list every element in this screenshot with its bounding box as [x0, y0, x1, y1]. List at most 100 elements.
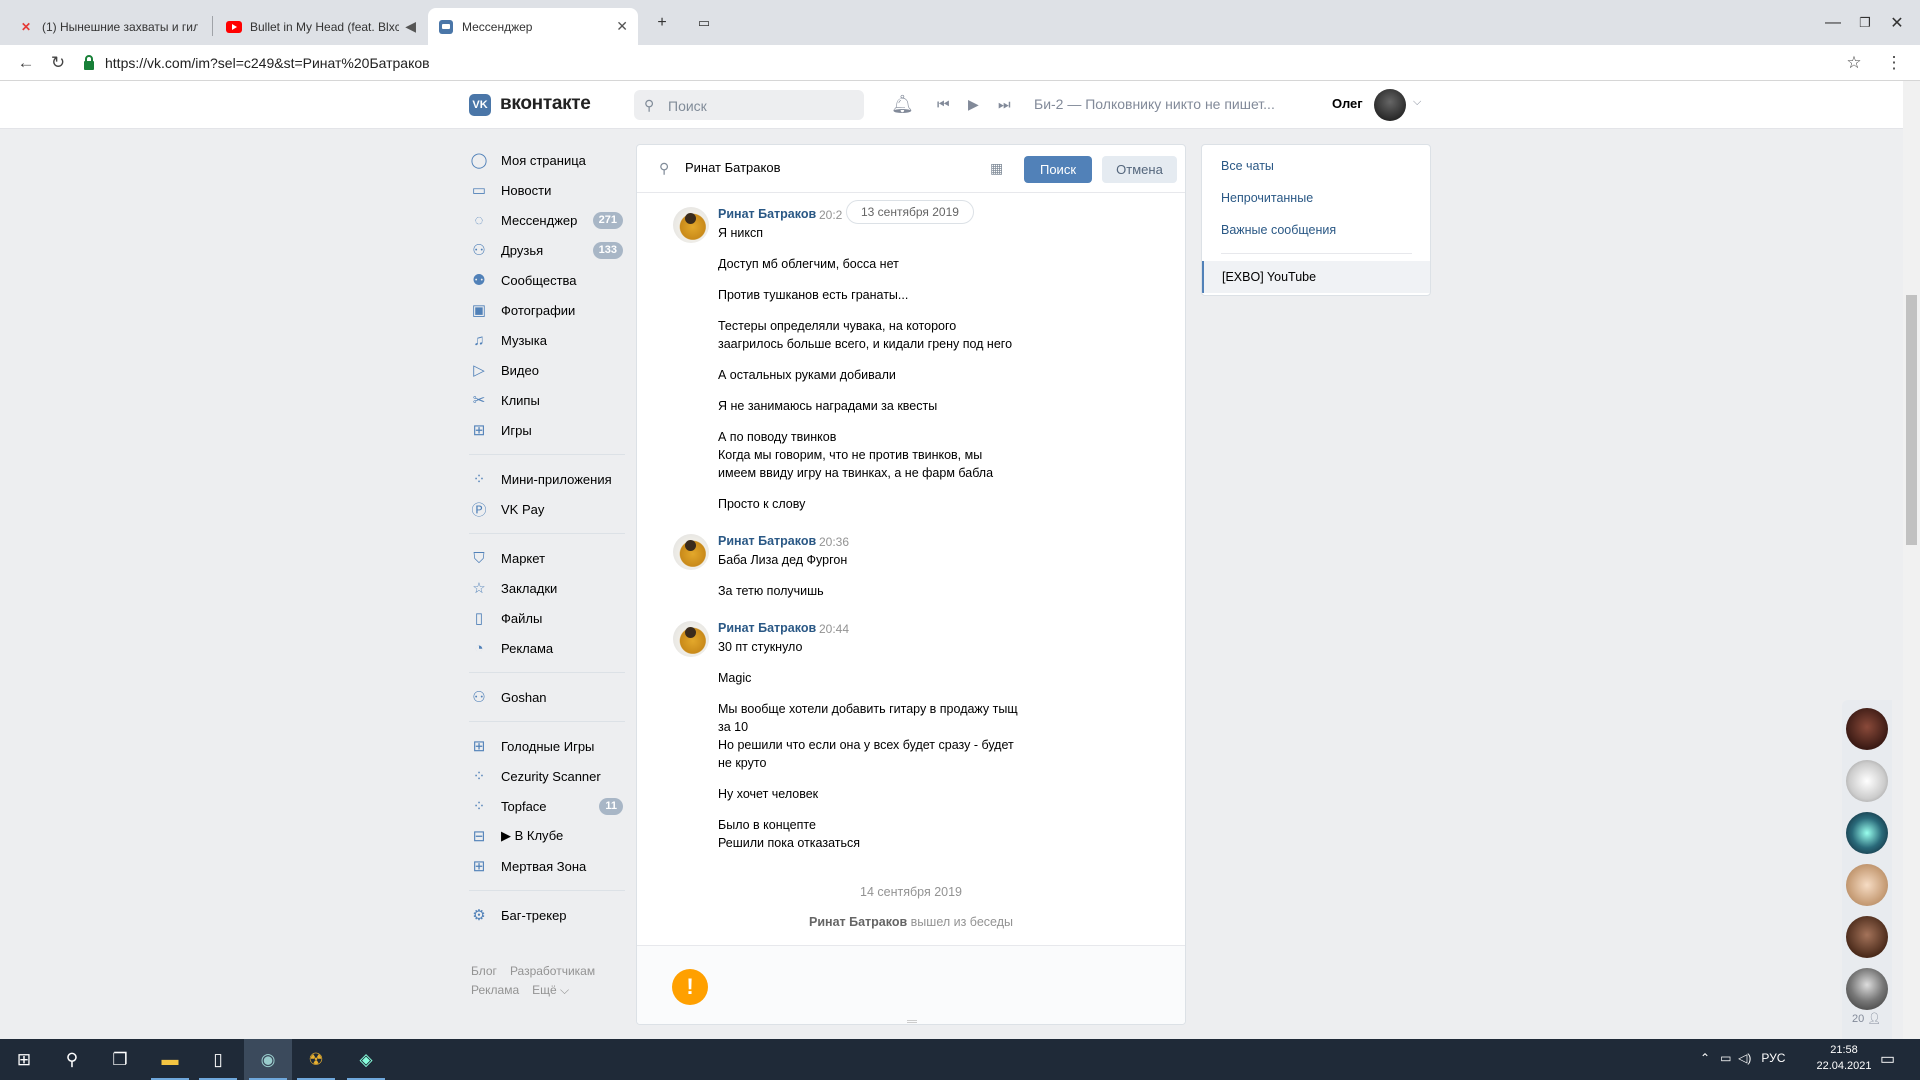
- nav-item-market[interactable]: ⛉ Маркет: [469, 543, 629, 573]
- market-icon: ⛉: [473, 549, 485, 567]
- nav-item-ads[interactable]: ◔ Реклама: [469, 633, 629, 663]
- avatar[interactable]: [1374, 89, 1406, 121]
- file-explorer-icon[interactable]: ▬: [146, 1039, 194, 1080]
- user-name[interactable]: Олег: [1332, 96, 1363, 111]
- message-author[interactable]: Ринат Батраков: [718, 534, 816, 548]
- cancel-button[interactable]: Отмена: [1102, 156, 1177, 183]
- browser-icon[interactable]: ◉: [244, 1039, 292, 1080]
- scrollbar-thumb[interactable]: [1906, 295, 1917, 545]
- network-icon[interactable]: ▭: [1720, 1051, 1731, 1065]
- speaker-icon[interactable]: ◀: [405, 18, 416, 35]
- filter-important[interactable]: Важные сообщения: [1221, 223, 1336, 237]
- search-icon: ⚲: [644, 97, 655, 113]
- nav-item-cezurity[interactable]: ⁘ Cezurity Scanner: [469, 761, 629, 791]
- chevron-down-icon[interactable]: ⌵: [1413, 96, 1421, 109]
- notification-icon[interactable]: ▭: [1880, 1049, 1895, 1069]
- avatar[interactable]: [1846, 812, 1888, 854]
- message-gap: [718, 242, 1048, 255]
- close-window-button[interactable]: ✕: [1874, 8, 1920, 38]
- system-tray: ⌃ ▭ ◁) РУС: [1700, 1051, 1785, 1065]
- page-scrollbar[interactable]: [1903, 81, 1920, 1039]
- avatar[interactable]: [1846, 968, 1888, 1010]
- bell-icon[interactable]: 🔔︎: [891, 94, 914, 115]
- browser-tab-2[interactable]: Bullet in My Head (feat. Blxck ◀: [216, 8, 426, 45]
- bookmark-star-icon[interactable]: ☆: [1842, 51, 1866, 75]
- game-launcher-icon[interactable]: ☢: [292, 1039, 340, 1080]
- logo-text[interactable]: вконтакте: [500, 93, 591, 115]
- nav-item-mini-apps[interactable]: ⁘ Мини-приложения: [469, 464, 629, 494]
- nav-item-my-page[interactable]: ◯ Моя страница: [469, 145, 629, 175]
- nav-item-news[interactable]: ▭ Новости: [469, 175, 629, 205]
- nav-item-friends[interactable]: ⚇ Друзья 133: [469, 235, 629, 265]
- nav-divider: [469, 454, 625, 455]
- divider: [1221, 253, 1412, 254]
- back-arrow-icon[interactable]: ←: [14, 51, 38, 75]
- previous-track-icon[interactable]: ⏮︎: [937, 96, 950, 113]
- calendar-icon[interactable]: ▦: [990, 160, 1003, 177]
- active-chat-item[interactable]: [EXBO] YouTube: [1202, 261, 1430, 293]
- footer-link-more[interactable]: Ещё ⌵: [532, 983, 569, 997]
- footer-link-dev[interactable]: Разработчикам: [510, 964, 595, 978]
- filter-all-chats[interactable]: Все чаты: [1221, 159, 1274, 173]
- nav-item-hunger-games[interactable]: ⊞ Голодные Игры: [469, 731, 629, 761]
- search-button[interactable]: Поиск: [1024, 156, 1092, 183]
- search-icon[interactable]: ⚲: [48, 1039, 96, 1080]
- avatar[interactable]: [1846, 708, 1888, 750]
- reload-icon[interactable]: ↻: [46, 51, 70, 75]
- browser-tab-1[interactable]: ✕ (1) Нынешние захваты и гильд: [8, 8, 208, 45]
- nav-item-games[interactable]: ⊞ Игры: [469, 415, 629, 445]
- avatar[interactable]: [673, 207, 709, 243]
- nav-item-v-klube[interactable]: ⊟ ▶ В Клубе: [469, 821, 629, 851]
- avatar[interactable]: [1846, 916, 1888, 958]
- nav-item-clips[interactable]: ✂ Клипы: [469, 385, 629, 415]
- footer-link-blog[interactable]: Блог: [471, 964, 497, 978]
- online-count[interactable]: 20 👤︎: [1852, 1012, 1881, 1025]
- message-gap: [718, 803, 1048, 816]
- nav-item-goshan[interactable]: ⚇ Goshan: [469, 682, 629, 712]
- close-tab-icon[interactable]: ✕: [616, 18, 628, 35]
- message-author[interactable]: Ринат Батраков: [718, 621, 816, 635]
- url-field[interactable]: https://vk.com/im?sel=c249&st=Ринат%20Ба…: [105, 55, 430, 71]
- windows-start-icon[interactable]: ⊞: [0, 1039, 48, 1080]
- avatar[interactable]: [1846, 864, 1888, 906]
- task-view-icon[interactable]: ❐: [96, 1039, 144, 1080]
- play-icon[interactable]: ▶︎: [968, 96, 979, 113]
- message-line: Решили пока отказаться: [718, 836, 861, 850]
- nav-item-bookmarks[interactable]: ☆ Закладки: [469, 573, 629, 603]
- message-line: А по поводу твинков: [718, 430, 837, 444]
- vk-logo-icon[interactable]: VK: [469, 94, 491, 116]
- nav-item-topface[interactable]: ⁘ Topface 11: [469, 791, 629, 821]
- clock[interactable]: 21:58 22.04.2021: [1808, 1042, 1880, 1074]
- new-tab-button[interactable]: +: [644, 8, 680, 38]
- nav-item-video[interactable]: ▷ Видео: [469, 355, 629, 385]
- avatar[interactable]: [673, 621, 709, 657]
- resize-grip-icon[interactable]: [907, 1020, 917, 1023]
- notepad-icon[interactable]: ▯: [194, 1039, 242, 1080]
- tab-list-icon[interactable]: ▭: [686, 8, 722, 38]
- nav-item-groups[interactable]: ⚉ Сообщества: [469, 265, 629, 295]
- nav-item-vkpay[interactable]: Ⓟ VK Pay: [469, 494, 629, 524]
- chevron-up-icon[interactable]: ⌃: [1700, 1051, 1710, 1065]
- message-gap: [718, 353, 1048, 366]
- next-track-icon[interactable]: ⏭︎: [998, 96, 1011, 113]
- service-author[interactable]: Ринат Батраков: [809, 915, 907, 929]
- nav-item-photos[interactable]: ▣ Фотографии: [469, 295, 629, 325]
- footer-link-ads[interactable]: Реклама: [471, 983, 519, 997]
- chat-search-input[interactable]: Ринат Батраков: [685, 160, 780, 175]
- app-icon[interactable]: ◈: [342, 1039, 390, 1080]
- message-author[interactable]: Ринат Батраков: [718, 207, 816, 221]
- browser-tab-3[interactable]: Мессенджер ✕: [428, 8, 638, 45]
- avatar[interactable]: [673, 534, 709, 570]
- now-playing-track[interactable]: Би-2 — Полковнику никто не пишет...: [1034, 96, 1275, 112]
- header-search-input[interactable]: ⚲ Поиск: [634, 90, 864, 120]
- nav-item-bug-tracker[interactable]: ⚙ Баг-трекер: [469, 900, 629, 930]
- menu-dots-icon[interactable]: ⋮: [1882, 51, 1906, 75]
- avatar[interactable]: [1846, 760, 1888, 802]
- nav-item-dead-zone[interactable]: ⊞ Мертвая Зона: [469, 851, 629, 881]
- filter-unread[interactable]: Непрочитанные: [1221, 191, 1313, 205]
- nav-item-files[interactable]: ▯ Файлы: [469, 603, 629, 633]
- nav-item-messenger[interactable]: ◌ Мессенджер 271: [469, 205, 629, 235]
- nav-item-music[interactable]: ♫ Музыка: [469, 325, 629, 355]
- language-indicator[interactable]: РУС: [1761, 1051, 1785, 1065]
- volume-icon[interactable]: ◁): [1738, 1051, 1751, 1065]
